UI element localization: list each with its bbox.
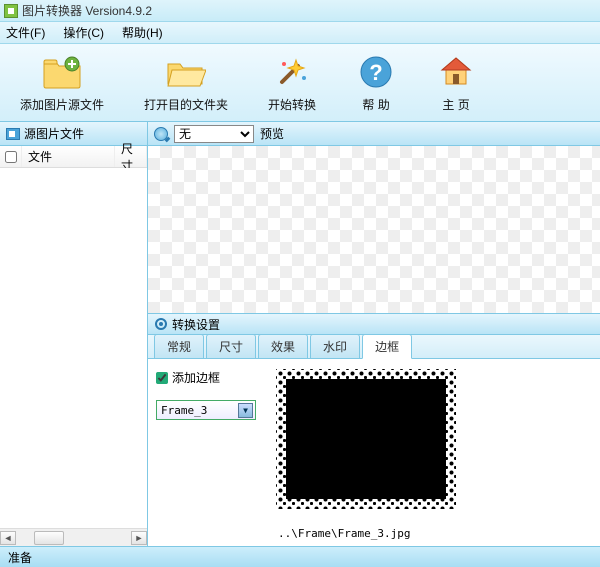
col-file[interactable]: 文件 — [22, 146, 115, 167]
tab-border[interactable]: 边框 — [362, 334, 412, 359]
add-border-checkbox[interactable] — [156, 372, 168, 384]
select-all-checkbox[interactable] — [5, 151, 17, 163]
folder-plus-icon — [42, 52, 82, 92]
source-files-panel: 源图片文件 文件 尺寸 ◄ ► — [0, 122, 148, 546]
magnifier-icon — [154, 127, 168, 141]
app-icon — [4, 4, 18, 18]
help-label: 帮 助 — [362, 96, 389, 113]
open-dest-label: 打开目的文件夹 — [144, 96, 228, 113]
tab-effect[interactable]: 效果 — [258, 334, 308, 358]
titlebar: 图片转换器 Version4.9.2 — [0, 0, 600, 22]
help-icon: ? — [356, 52, 396, 92]
preview-mode-select[interactable]: 无 — [174, 125, 254, 143]
settings-title: 转换设置 — [172, 316, 220, 333]
frame-select[interactable]: Frame_3 ▼ — [156, 400, 256, 420]
settings-tabs: 常规 尺寸 效果 水印 边框 — [148, 335, 600, 359]
status-text: 准备 — [8, 549, 32, 566]
statusbar: 准备 — [0, 546, 600, 567]
help-button[interactable]: ? 帮 助 — [356, 52, 396, 113]
folder-open-icon — [166, 52, 206, 92]
right-panel: 无 预览 转换设置 常规 尺寸 效果 水印 边框 添加边框 Frame_3 — [148, 122, 600, 546]
horizontal-scrollbar[interactable]: ◄ ► — [0, 528, 147, 546]
tab-general[interactable]: 常规 — [154, 334, 204, 358]
add-source-label: 添加图片源文件 — [20, 96, 104, 113]
menu-file[interactable]: 文件(F) — [6, 24, 45, 41]
menu-operate[interactable]: 操作(C) — [63, 24, 104, 41]
home-icon — [436, 52, 476, 92]
preview-canvas — [148, 146, 600, 313]
home-button[interactable]: 主 页 — [436, 52, 476, 113]
main-area: 源图片文件 文件 尺寸 ◄ ► 无 预览 转换设置 常规 — [0, 122, 600, 546]
file-list-body — [0, 168, 147, 528]
frame-core — [286, 379, 446, 499]
open-dest-button[interactable]: 打开目的文件夹 — [144, 52, 228, 113]
toolbar: 添加图片源文件 打开目的文件夹 开始转换 ? 帮 助 主 页 — [0, 44, 600, 122]
settings-body: 添加边框 Frame_3 ▼ ..\Frame\Frame_3.jpg — [148, 359, 600, 546]
svg-text:?: ? — [369, 60, 382, 85]
home-label: 主 页 — [442, 96, 469, 113]
scroll-right-icon[interactable]: ► — [131, 531, 147, 545]
menubar: 文件(F) 操作(C) 帮助(H) — [0, 22, 600, 44]
image-icon — [6, 128, 20, 140]
preview-header: 无 预览 — [148, 122, 600, 146]
frame-preview — [276, 369, 456, 509]
start-convert-button[interactable]: 开始转换 — [268, 52, 316, 113]
preview-label: 预览 — [260, 125, 284, 142]
col-size[interactable]: 尺寸 — [115, 146, 147, 167]
file-list-header: 文件 尺寸 — [0, 146, 147, 168]
menu-help[interactable]: 帮助(H) — [122, 24, 163, 41]
settings-header: 转换设置 — [148, 313, 600, 335]
select-all-checkbox-cell — [0, 146, 22, 167]
frame-path-label: ..\Frame\Frame_3.jpg — [278, 527, 410, 540]
chevron-down-icon[interactable]: ▼ — [238, 403, 253, 418]
frame-select-value: Frame_3 — [161, 404, 207, 417]
source-files-title: 源图片文件 — [24, 125, 84, 142]
scroll-thumb[interactable] — [34, 531, 64, 545]
gear-icon — [154, 317, 168, 331]
tab-size[interactable]: 尺寸 — [206, 334, 256, 358]
magic-wand-icon — [272, 52, 312, 92]
window-title: 图片转换器 Version4.9.2 — [22, 2, 152, 19]
tab-watermark[interactable]: 水印 — [310, 334, 360, 358]
add-source-button[interactable]: 添加图片源文件 — [20, 52, 104, 113]
add-border-checkbox-row[interactable]: 添加边框 — [156, 369, 256, 386]
scroll-left-icon[interactable]: ◄ — [0, 531, 16, 545]
start-convert-label: 开始转换 — [268, 96, 316, 113]
add-border-label: 添加边框 — [172, 369, 220, 386]
